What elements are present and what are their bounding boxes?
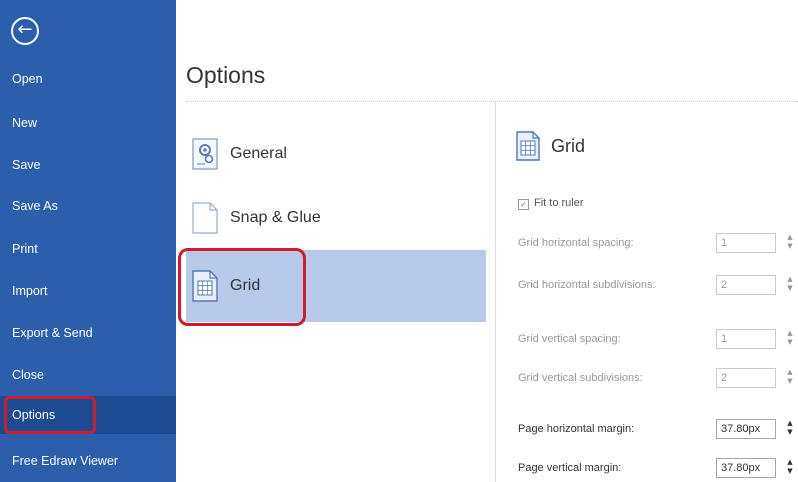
grid-horizontal-spacing-spinner[interactable]: ▲ ▼ — [786, 233, 794, 253]
general-settings-icon — [192, 138, 218, 170]
page-title: Options — [186, 62, 266, 88]
panel-title: Grid — [551, 136, 586, 156]
category-grid[interactable]: Grid — [186, 250, 486, 322]
sidebar-item-close[interactable]: Close — [0, 356, 176, 394]
arrow-left-circle-icon: ← — [17, 19, 33, 40]
sidebar-item-open[interactable]: Open — [0, 60, 176, 98]
page-vertical-margin-input[interactable] — [716, 458, 776, 478]
sidebar-item-import[interactable]: Import — [0, 272, 176, 310]
category-label: Snap & Glue — [230, 209, 321, 226]
page-vertical-margin-spinner[interactable]: ▲ ▼ — [786, 458, 794, 478]
fit-to-ruler-label: Fit to ruler — [534, 197, 584, 209]
title-divider — [186, 101, 798, 102]
panel-divider — [495, 102, 496, 482]
grid-vertical-spacing-label: Grid vertical spacing: — [518, 333, 621, 345]
sidebar-item-free-edraw-viewer[interactable]: Free Edraw Viewer — [0, 442, 176, 480]
category-label: General — [230, 145, 287, 162]
grid-horizontal-subdivisions-spinner[interactable]: ▲ ▼ — [786, 275, 794, 295]
grid-vertical-subdivisions-label: Grid vertical subdivisions: — [518, 372, 643, 384]
grid-vertical-subdivisions-input[interactable] — [716, 368, 776, 388]
sidebar-item-save[interactable]: Save — [0, 146, 176, 184]
grid-document-icon — [192, 270, 218, 302]
grid-vertical-spacing-spinner[interactable]: ▲ ▼ — [786, 329, 794, 349]
category-general[interactable]: General — [186, 118, 486, 190]
grid-horizontal-subdivisions-label: Grid horizontal subdivisions: — [518, 279, 656, 291]
back-button[interactable]: ← — [11, 17, 39, 45]
sidebar-item-new[interactable]: New — [0, 104, 176, 142]
backstage-sidebar: ← Open New Save Save As Print Import Exp… — [0, 0, 176, 482]
fit-to-ruler-checkbox[interactable]: ✓ — [518, 199, 529, 210]
sidebar-item-export-send[interactable]: Export & Send — [0, 314, 176, 352]
page-horizontal-margin-spinner[interactable]: ▲ ▼ — [786, 419, 794, 439]
sidebar-item-print[interactable]: Print — [0, 230, 176, 268]
sidebar-item-save-as[interactable]: Save As — [0, 187, 176, 225]
grid-vertical-subdivisions-spinner[interactable]: ▲ ▼ — [786, 368, 794, 388]
fit-to-ruler-row[interactable]: ✓ Fit to ruler — [518, 196, 584, 210]
grid-horizontal-spacing-label: Grid horizontal spacing: — [518, 237, 634, 249]
page-horizontal-margin-input[interactable] — [716, 419, 776, 439]
page-horizontal-margin-label: Page horizontal margin: — [518, 423, 635, 435]
category-snap-glue[interactable]: Snap & Glue — [186, 182, 486, 254]
grid-horizontal-spacing-input[interactable] — [716, 233, 776, 253]
grid-document-icon — [516, 131, 540, 161]
grid-horizontal-subdivisions-input[interactable] — [716, 275, 776, 295]
sidebar-item-options[interactable]: Options — [0, 396, 176, 434]
category-label: Grid — [230, 277, 261, 294]
grid-vertical-spacing-input[interactable] — [716, 329, 776, 349]
page-vertical-margin-label: Page vertical margin: — [518, 462, 622, 474]
blank-page-icon — [192, 202, 218, 234]
